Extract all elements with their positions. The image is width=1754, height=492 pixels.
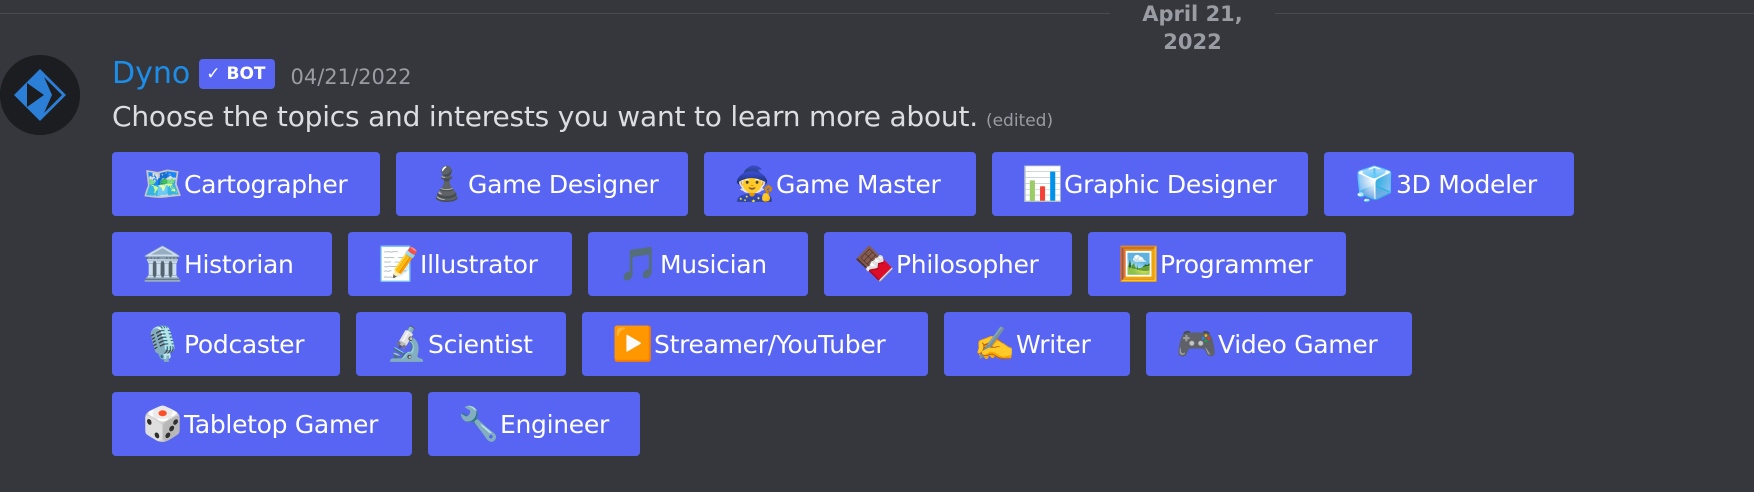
role-button-label: Graphic Designer xyxy=(1064,169,1277,199)
role-button-label: 3D Modeler xyxy=(1396,169,1537,199)
role-button-label: Scientist xyxy=(428,329,533,359)
role-button-label: Tabletop Gamer xyxy=(184,409,379,439)
edited-indicator: (edited) xyxy=(985,111,1054,131)
role-button-engineer[interactable]: 🔧 Engineer xyxy=(428,392,640,456)
check-icon: ✓ xyxy=(206,64,221,84)
message-text: Choose the topics and interests you want… xyxy=(112,100,978,133)
memo-icon: 📝 xyxy=(378,244,420,283)
role-button-label: Cartographer xyxy=(184,169,348,199)
hackers-poster-icon: 🖼️ xyxy=(1118,244,1160,283)
writing-hand-icon: ✍️ xyxy=(974,324,1016,363)
wrench-icon: 🔧 xyxy=(458,404,500,443)
role-button-musician[interactable]: 🎵 Musician xyxy=(588,232,808,296)
message-header: Dyno ✓ BOT 04/21/2022 xyxy=(112,54,412,94)
ice-cube-icon: 🧊 xyxy=(1354,164,1396,203)
role-button-historian[interactable]: 🏛️ Historian xyxy=(112,232,332,296)
world-map-icon: 🗺️ xyxy=(142,164,184,203)
chat-window: April 21, 2022 Dyno ✓ BOT 04/21/2022 Cho… xyxy=(0,0,1754,492)
role-button-label: Illustrator xyxy=(420,249,538,279)
chocolate-bar-icon: 🍫 xyxy=(854,244,896,283)
dyno-logo-icon xyxy=(0,55,80,135)
role-button-label: Musician xyxy=(660,249,767,279)
role-button-label: Programmer xyxy=(1160,249,1313,279)
role-button-illustrator[interactable]: 📝 Illustrator xyxy=(348,232,572,296)
message-timestamp[interactable]: 04/21/2022 xyxy=(291,57,412,97)
role-button-label: Game Designer xyxy=(468,169,659,199)
role-button-3d-modeler[interactable]: 🧊 3D Modeler xyxy=(1324,152,1574,216)
message-content: Choose the topics and interests you want… xyxy=(112,96,1053,138)
role-button-label: Streamer/YouTuber xyxy=(654,329,886,359)
role-button-label: Game Master xyxy=(776,169,941,199)
role-button-streamer-youtuber[interactable]: ▶️ Streamer/YouTuber xyxy=(582,312,928,376)
role-button-label: Podcaster xyxy=(184,329,305,359)
game-controller-icon: 🎮 xyxy=(1176,324,1218,363)
role-button-cartographer[interactable]: 🗺️ Cartographer xyxy=(112,152,380,216)
role-button-label: Video Gamer xyxy=(1218,329,1378,359)
role-button-philosopher[interactable]: 🍫 Philosopher xyxy=(824,232,1072,296)
game-die-icon: 🎲 xyxy=(142,404,184,443)
classical-building-icon: 🏛️ xyxy=(142,244,184,283)
role-button-game-designer[interactable]: ♟️ Game Designer xyxy=(396,152,688,216)
bot-badge: ✓ BOT xyxy=(199,59,275,89)
role-button-programmer[interactable]: 🖼️ Programmer xyxy=(1088,232,1346,296)
play-button-icon: ▶️ xyxy=(612,324,654,363)
musical-notes-icon: 🎵 xyxy=(618,244,660,283)
role-button-graphic-designer[interactable]: 📊 Graphic Designer xyxy=(992,152,1308,216)
mage-icon: 🧙 xyxy=(734,164,776,203)
avatar[interactable] xyxy=(0,55,80,135)
role-button-label: Philosopher xyxy=(896,249,1039,279)
role-button-label: Historian xyxy=(184,249,294,279)
role-button-podcaster[interactable]: 🎙️ Podcaster xyxy=(112,312,340,376)
date-divider-label: April 21, 2022 xyxy=(1110,0,1275,54)
role-button-writer[interactable]: ✍️ Writer xyxy=(944,312,1130,376)
date-divider-line xyxy=(0,13,1754,14)
role-button-video-gamer[interactable]: 🎮 Video Gamer xyxy=(1146,312,1412,376)
role-button-game-master[interactable]: 🧙 Game Master xyxy=(704,152,976,216)
bot-badge-label: BOT xyxy=(226,64,266,84)
role-button-tabletop-gamer[interactable]: 🎲 Tabletop Gamer xyxy=(112,392,412,456)
chess-pawn-icon: ♟️ xyxy=(426,164,468,203)
bar-chart-icon: 📊 xyxy=(1022,164,1064,203)
role-button-scientist[interactable]: 🔬 Scientist xyxy=(356,312,566,376)
role-button-label: Writer xyxy=(1016,329,1091,359)
author-name[interactable]: Dyno xyxy=(112,54,190,94)
microphone-icon: 🎙️ xyxy=(142,324,184,363)
role-button-label: Engineer xyxy=(500,409,609,439)
microscope-icon: 🔬 xyxy=(386,324,428,363)
